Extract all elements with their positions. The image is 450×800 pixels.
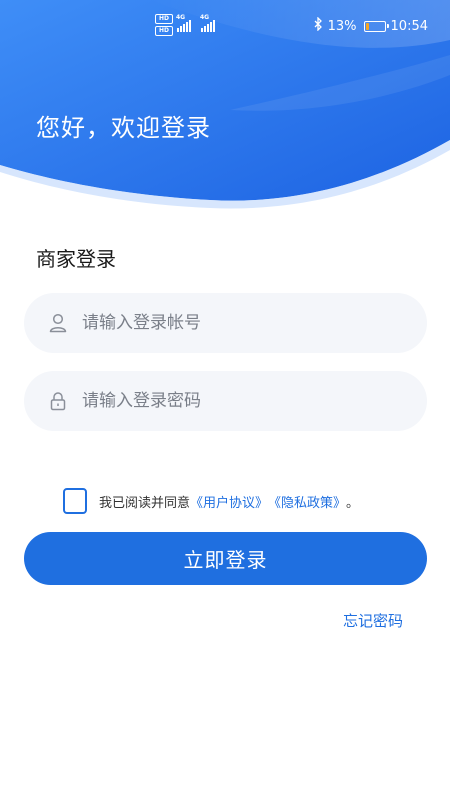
user-agreement-link[interactable]: 《用户协议》 <box>190 492 268 511</box>
hd-badge-top: HD <box>155 14 173 24</box>
greeting-title: 您好，欢迎登录 <box>36 114 211 142</box>
system-indicators: 13% 10:54 <box>314 16 428 35</box>
network-indicators: HD HD 4G 4G <box>155 14 215 36</box>
signal-icon: 4G <box>176 14 191 32</box>
signal-label: 4G <box>200 14 210 21</box>
merchant-login-title: 商家登录 <box>36 247 116 271</box>
status-bar: HD HD 4G 4G 13% 10:54 <box>0 0 450 52</box>
lock-icon <box>48 391 68 411</box>
battery-fill <box>365 22 369 30</box>
clock: 10:54 <box>390 18 428 34</box>
battery-percent: 13% <box>327 18 357 34</box>
signal-label: 4G <box>176 14 186 21</box>
password-field[interactable] <box>24 371 427 431</box>
account-input[interactable] <box>82 313 382 333</box>
account-field[interactable] <box>24 293 427 353</box>
password-input[interactable] <box>82 391 382 411</box>
privacy-policy-link[interactable]: 《隐私政策》 <box>268 492 346 511</box>
battery-icon <box>363 20 389 32</box>
hd-icon: HD HD <box>155 14 173 36</box>
signal-icon: 4G <box>200 14 215 32</box>
user-icon <box>48 313 68 333</box>
agreement-text: 我已阅读并同意 <box>99 495 191 511</box>
hd-badge-bottom: HD <box>155 26 173 36</box>
agreement-suffix: 。 <box>346 495 360 511</box>
login-button[interactable]: 立即登录 <box>24 532 427 585</box>
login-screen: HD HD 4G 4G 13% 10:54 您好，欢迎登录 商家登录 请输入登录… <box>0 0 450 800</box>
forgot-password-link[interactable]: 忘记密码 <box>343 610 403 631</box>
agreement-checkbox[interactable] <box>63 488 87 514</box>
bluetooth-icon <box>314 16 323 35</box>
agreement-row: 我已阅读并同意 《用户协议》 《隐私政策》 。 <box>63 488 359 514</box>
